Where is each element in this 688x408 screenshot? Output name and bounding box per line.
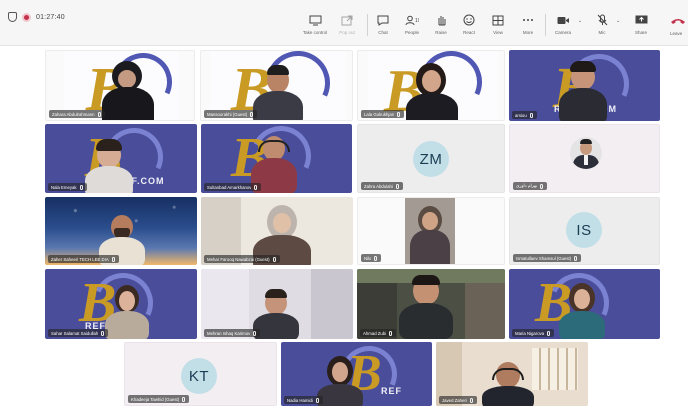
participant-tile[interactable]: Zaher Saheeri TECH LEE DIA: [45, 197, 197, 265]
mic-icon: [250, 111, 254, 117]
pop-out-icon: [340, 14, 354, 26]
more-button[interactable]: More: [511, 14, 545, 42]
participant-nametag: Lala Gulrukhjan: [361, 110, 405, 118]
mic-icon: [253, 330, 257, 336]
participant-nametag: Mehran Ishaq Karimov: [204, 329, 261, 337]
mic-icon: [101, 330, 105, 336]
mic-icon: [547, 330, 551, 336]
participant-tile[interactable]: B Mansoorakhi (Guest): [200, 50, 353, 121]
mic-icon: [315, 397, 319, 403]
mic-off-icon: [595, 14, 609, 26]
people-icon: 19: [405, 14, 419, 26]
participant-nametag: Sahar Salamat Saidullah: [48, 329, 109, 337]
mic-icon: [374, 255, 378, 261]
participant-nametag: Nilo: [361, 254, 382, 262]
mic-icon: [111, 256, 115, 262]
mic-icon: [272, 256, 276, 262]
participant-nametag: Sultanbad Amarkhanov: [204, 183, 262, 191]
mic-icon: [97, 111, 101, 117]
pop-out-button[interactable]: Pop out: [330, 14, 364, 42]
chat-icon: [376, 14, 390, 26]
participant-nametag: Nala Emeyak: [48, 183, 87, 191]
participant-nametag: Zaher Saheeri TECH LEE DIA: [48, 255, 119, 263]
mic-options-chevron-icon[interactable]: ⌄: [616, 18, 620, 24]
participant-nametag: Khadeeja Tawhid (Guest): [128, 395, 190, 403]
participant-video: [405, 198, 455, 264]
more-icon: [521, 14, 535, 26]
mic-button[interactable]: Mic: [585, 14, 619, 42]
camera-icon: [556, 14, 570, 26]
share-icon: [634, 14, 648, 26]
participant-avatar: IS: [566, 212, 602, 248]
participant-nametag: Javed Zaheri: [439, 396, 477, 404]
mic-icon: [397, 111, 401, 117]
participant-nametag: Maria Nigarova: [512, 329, 555, 337]
meeting-toolbar: 01:27:40 Take control Pop out Chat 19 Pe…: [0, 0, 688, 46]
react-icon: [462, 14, 476, 26]
camera-options-chevron-icon[interactable]: ⌄: [578, 18, 582, 24]
participant-nametag: بهرام داوری: [513, 182, 548, 190]
participant-tile[interactable]: B Sultanbad Amarkhanov: [201, 124, 352, 193]
leave-button[interactable]: Leave: [668, 16, 688, 38]
recording-icon: [22, 12, 31, 22]
participant-tile[interactable]: Javed Zaheri: [436, 342, 588, 406]
participant-tile[interactable]: B REFCS.COM arsiou: [509, 50, 660, 121]
view-button[interactable]: View: [481, 14, 515, 42]
participant-nametag: Zahra Abdulahi: [361, 182, 403, 190]
participant-tile[interactable]: بهرام داوری: [509, 124, 660, 193]
participant-tile[interactable]: KT Khadeeja Tawhid (Guest): [124, 342, 277, 406]
mic-icon: [540, 183, 544, 189]
svg-text:19: 19: [415, 18, 419, 24]
participant-tile[interactable]: B Zahara Abdulrahmann: [45, 50, 195, 121]
participant-tile[interactable]: B REF Nadia Hamidi: [281, 342, 432, 406]
mic-icon: [389, 330, 393, 336]
participant-tile[interactable]: Nilo: [357, 197, 505, 265]
leave-icon: [671, 19, 685, 24]
participant-tile[interactable]: Ahmad Zubi: [357, 269, 505, 339]
raise-hand-icon: [434, 14, 448, 26]
camera-button[interactable]: Camera: [546, 14, 580, 42]
participant-tile[interactable]: B Maria Nigarova: [509, 269, 660, 339]
participant-avatar: KT: [181, 358, 217, 394]
participant-avatar: ZM: [413, 141, 449, 177]
participant-nametag: Mansoorakhi (Guest): [204, 110, 258, 118]
participant-tile[interactable]: B REFCS Sahar Salamat Saidullah: [45, 269, 197, 339]
view-icon: [491, 14, 505, 26]
mic-icon: [182, 396, 186, 402]
participant-tile[interactable]: IS Ismatullaev Shamsul (Guest): [509, 197, 660, 265]
screen-share-control-icon: [308, 14, 322, 26]
take-control-button[interactable]: Take control: [298, 14, 332, 42]
mic-icon: [469, 397, 473, 403]
participant-tile[interactable]: ZM Zahra Abdulahi: [357, 124, 505, 193]
mic-icon: [79, 184, 83, 190]
meeting-status: 01:27:40: [8, 12, 65, 22]
participant-nametag: Mehar Farooq Nawabzai (Guest): [204, 255, 280, 263]
brand-banner-text: REF: [381, 386, 402, 396]
participant-nametag: Ahmad Zubi: [360, 329, 397, 337]
shield-icon: [8, 12, 17, 22]
participant-nametag: arsiou: [512, 111, 537, 119]
mic-icon: [395, 183, 399, 189]
participant-tile[interactable]: Mehar Farooq Nawabzai (Guest): [201, 197, 353, 265]
participant-tile[interactable]: B REF.COM Nala Emeyak: [45, 124, 197, 193]
meeting-timer: 01:27:40: [36, 13, 65, 21]
participant-avatar: [570, 137, 602, 169]
participant-tile[interactable]: Mehran Ishaq Karimov: [201, 269, 353, 339]
participant-tile[interactable]: B Lala Gulrukhjan: [357, 50, 505, 121]
mic-icon: [529, 112, 533, 118]
mic-icon: [574, 255, 578, 261]
participant-nametag: Nadia Hamidi: [284, 396, 323, 404]
share-button[interactable]: Share: [624, 14, 658, 42]
mic-icon: [254, 184, 258, 190]
participant-nametag: Zahara Abdulrahmann: [49, 110, 105, 118]
participant-nametag: Ismatullaev Shamsul (Guest): [513, 254, 582, 262]
